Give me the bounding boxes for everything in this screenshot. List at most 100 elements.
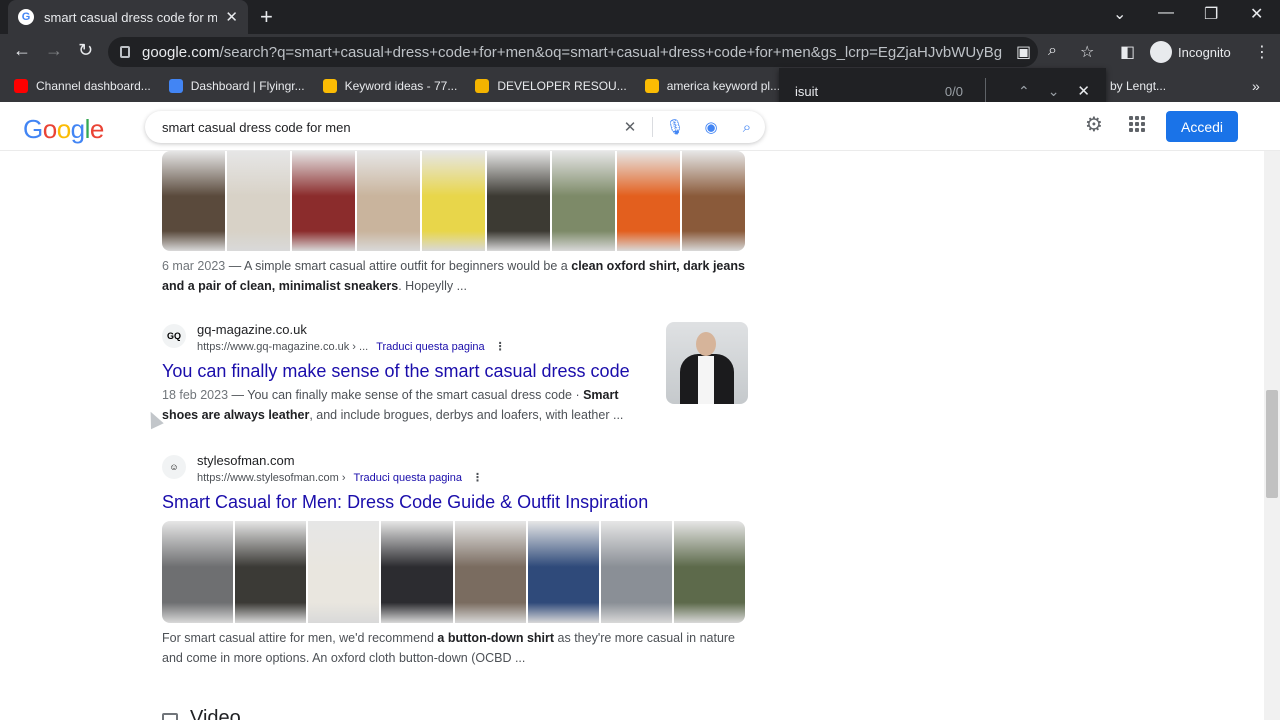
reload-icon[interactable]: ↻ [78,40,93,61]
side-panel-icon[interactable]: ◧ [1120,42,1135,62]
outfit-image[interactable] [527,521,599,623]
forward-icon[interactable]: → [45,40,63,61]
outfit-image[interactable] [308,521,380,623]
minimize-icon[interactable]: — [1158,4,1174,22]
outfit-image[interactable] [292,151,355,251]
tab-title: smart casual dress code for men [44,9,218,25]
bookmarks-more-icon[interactable]: » [1252,78,1260,94]
lens-icon[interactable]: ◉ [693,118,729,136]
search-divider [652,117,653,137]
more-options-icon[interactable]: ⋮ [495,341,506,353]
close-tab-icon[interactable]: ✕ [225,8,238,26]
outfit-image[interactable] [422,151,485,251]
find-previous-icon[interactable]: ⌃ [1018,83,1030,100]
window-close-icon[interactable]: ✕ [1250,4,1263,24]
logo-letter: g [70,114,85,144]
video-section-header: Video [162,707,241,720]
bookmark-item[interactable]: Channel dashboard... [14,79,151,93]
outfit-image[interactable] [227,151,290,251]
clear-icon[interactable]: ✕ [612,118,648,136]
google-apps-icon[interactable] [1129,116,1145,132]
sign-in-button[interactable]: Accedi [1166,111,1238,142]
search-icon[interactable]: ⌕ [729,119,765,136]
more-options-icon[interactable]: ⋮ [472,472,483,484]
result-source-gq[interactable]: GQ gq-magazine.co.uk https://www.gq-maga… [162,321,506,355]
search-input[interactable]: smart casual dress code for men [162,120,612,135]
result-source-stylesofman[interactable]: ☺ stylesofman.com https://www.stylesofma… [162,452,483,486]
logo-letter: o [56,114,71,144]
browser-toolbar: ← → ↻ google.com/search?q=smart+casual+d… [0,34,1280,70]
result-thumbnail[interactable] [666,322,748,404]
outfit-image[interactable] [487,151,550,251]
logo-letter: G [23,114,43,144]
snippet-text: — A simple smart casual attire outfit fo… [162,259,745,293]
bookmark-star-icon[interactable]: ☆ [1080,42,1094,62]
outfit-image[interactable] [617,151,680,251]
outfit-image[interactable] [552,151,615,251]
outfit-image[interactable] [357,151,420,251]
find-close-icon[interactable]: ✕ [1077,82,1090,100]
outfit-image[interactable] [162,151,225,251]
outfit-image[interactable] [673,521,745,623]
snippet-text: For smart casual attire for men, we'd re… [162,631,735,665]
outfit-image[interactable] [381,521,453,623]
outfit-image[interactable] [454,521,526,623]
gq-favicon-icon: GQ [162,324,186,348]
zoom-icon[interactable]: ⌕ [1048,42,1057,60]
lock-icon [120,46,130,58]
result-snippet: 18 feb 2023 — You can finally make sense… [162,388,624,422]
incognito-icon [1150,41,1172,63]
page-info-icon[interactable]: ▣ [1016,42,1031,62]
logo-letter: e [89,114,104,144]
video-icon [162,712,178,720]
bookmark-item[interactable]: Keyword ideas - 77... [322,79,457,93]
outfit-image[interactable] [600,521,672,623]
outfit-image[interactable] [162,521,234,623]
site-name: stylesofman.com [197,453,295,468]
find-divider [984,78,986,104]
search-box[interactable]: smart casual dress code for men ✕ 🎙 ◉ ⌕ [145,111,765,143]
snippet-part: . Hopeylly ... [398,279,467,293]
google-logo[interactable]: Google [23,114,104,145]
restore-icon[interactable]: ❐ [1204,4,1218,24]
new-tab-icon[interactable]: + [260,4,273,30]
settings-gear-icon[interactable]: ⚙ [1085,112,1103,137]
tab-search-icon[interactable]: ⌄ [1113,4,1126,24]
stylesofman-favicon-icon: ☺ [162,455,186,479]
back-icon[interactable]: ← [13,40,31,61]
bookmark-item[interactable]: DEVELOPER RESOU... [475,79,627,93]
outfit-image-strip[interactable] [162,521,745,623]
url-text: google.com/search?q=smart+casual+dress+c… [142,43,1002,61]
outfit-image[interactable] [682,151,745,251]
result-title-link[interactable]: Smart Casual for Men: Dress Code Guide &… [162,492,648,513]
find-input[interactable]: isuit [795,84,945,99]
menu-icon[interactable]: ⋮ [1254,42,1270,62]
snippet-text: — You can finally make sense of the smar… [162,388,623,422]
result-title-link[interactable]: You can finally make sense of the smart … [162,361,630,382]
snippet-part: — A simple smart casual attire outfit fo… [225,259,572,273]
site-url: https://www.gq-magazine.co.uk › ... Tradu… [197,341,506,353]
snippet-part: — You can finally make sense of the smar… [228,388,584,402]
site-url: https://www.stylesofman.com › Traduci que… [197,472,483,484]
incognito-profile[interactable]: Incognito [1146,38,1243,66]
logo-letter: o [42,114,57,144]
browser-tab[interactable]: G smart casual dress code for men ✕ [8,0,248,34]
bookmark-item[interactable]: Dashboard | Flyingr... [168,79,305,93]
bookmark-item-overflow[interactable]: by Lengt... [1110,79,1166,93]
snippet-highlight: a button-down shirt [437,631,555,645]
outfit-image-strip[interactable] [162,151,745,251]
google-favicon-icon: G [18,9,34,25]
result-snippet: 6 mar 2023 — A simple smart casual attir… [162,259,745,293]
outfit-image[interactable] [235,521,307,623]
find-next-icon[interactable]: ⌄ [1048,83,1060,100]
google-ads-icon [644,79,659,93]
scrollbar-thumb[interactable] [1266,390,1278,498]
google-ads-icon [322,79,337,93]
address-bar[interactable]: google.com/search?q=smart+casual+dress+c… [108,37,1038,67]
flyingr-icon [168,79,183,93]
microphone-icon[interactable]: 🎙 [657,118,693,136]
translate-link[interactable]: Traduci questa pagina [354,472,462,484]
translate-link[interactable]: Traduci questa pagina [376,341,484,353]
bookmark-item[interactable]: america keyword pl... [644,79,780,93]
site-name: gq-magazine.co.uk [197,322,307,337]
